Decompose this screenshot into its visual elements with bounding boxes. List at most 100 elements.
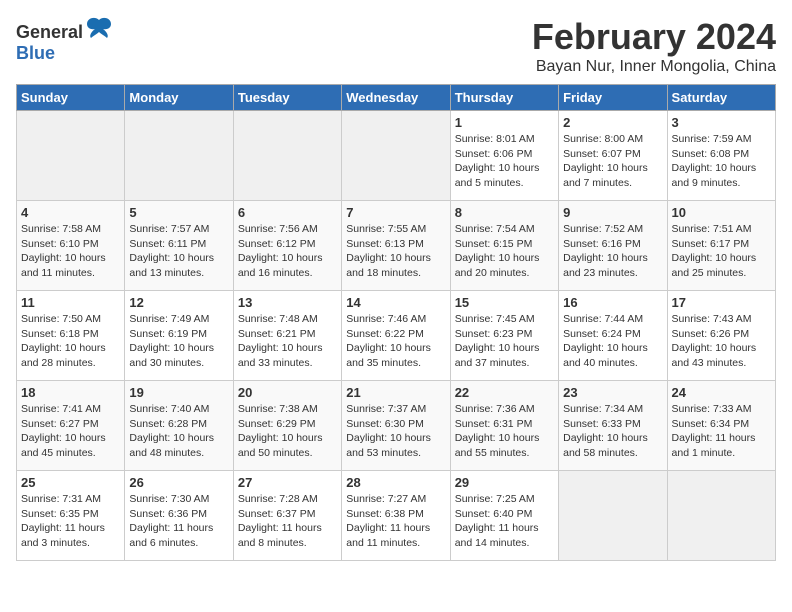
day-number: 12 <box>129 295 228 310</box>
day-info: Sunrise: 7:36 AM Sunset: 6:31 PM Dayligh… <box>455 402 554 461</box>
day-info: Sunrise: 7:58 AM Sunset: 6:10 PM Dayligh… <box>21 222 120 281</box>
day-number: 27 <box>238 475 337 490</box>
day-number: 28 <box>346 475 445 490</box>
day-info: Sunrise: 7:28 AM Sunset: 6:37 PM Dayligh… <box>238 492 337 551</box>
col-wednesday: Wednesday <box>342 85 450 111</box>
day-info: Sunrise: 7:37 AM Sunset: 6:30 PM Dayligh… <box>346 402 445 461</box>
table-row: 12 Sunrise: 7:49 AM Sunset: 6:19 PM Dayli… <box>125 291 233 381</box>
table-row: 2Sunrise: 8:00 AM Sunset: 6:07 PM Daylig… <box>559 111 667 201</box>
col-thursday: Thursday <box>450 85 558 111</box>
day-number: 5 <box>129 205 228 220</box>
day-number: 24 <box>672 385 771 400</box>
table-row: 24 Sunrise: 7:33 AM Sunset: 6:34 PM Dayli… <box>667 381 775 471</box>
title-area: February 2024 Bayan Nur, Inner Mongolia,… <box>532 16 776 76</box>
day-info: Sunrise: 7:49 AM Sunset: 6:19 PM Dayligh… <box>129 312 228 371</box>
logo-blue: Blue <box>16 43 55 63</box>
day-number: 16 <box>563 295 662 310</box>
col-saturday: Saturday <box>667 85 775 111</box>
table-row <box>559 471 667 561</box>
table-row: 8 Sunrise: 7:54 AM Sunset: 6:15 PM Daylig… <box>450 201 558 291</box>
day-number: 21 <box>346 385 445 400</box>
day-info: Sunrise: 7:50 AM Sunset: 6:18 PM Dayligh… <box>21 312 120 371</box>
day-number: 20 <box>238 385 337 400</box>
month-title: February 2024 <box>532 16 776 58</box>
day-number: 9 <box>563 205 662 220</box>
day-number: 6 <box>238 205 337 220</box>
table-row: 23Sunrise: 7:34 AM Sunset: 6:33 PM Dayli… <box>559 381 667 471</box>
calendar-table: Sunday Monday Tuesday Wednesday Thursday… <box>16 84 776 561</box>
table-row: 18 Sunrise: 7:41 AM Sunset: 6:27 PM Dayli… <box>17 381 125 471</box>
day-info: Sunrise: 7:59 AM Sunset: 6:08 PM Dayligh… <box>672 132 771 191</box>
table-row: 9 Sunrise: 7:52 AM Sunset: 6:16 PM Daylig… <box>559 201 667 291</box>
header: General Blue February 2024 Bayan Nur, In… <box>16 16 776 76</box>
day-number: 11 <box>21 295 120 310</box>
col-monday: Monday <box>125 85 233 111</box>
day-info: Sunrise: 7:25 AM Sunset: 6:40 PM Dayligh… <box>455 492 554 551</box>
day-info: Sunrise: 7:44 AM Sunset: 6:24 PM Dayligh… <box>563 312 662 371</box>
day-number: 8 <box>455 205 554 220</box>
bird-icon <box>85 16 113 38</box>
day-info: Sunrise: 7:33 AM Sunset: 6:34 PM Dayligh… <box>672 402 771 461</box>
col-friday: Friday <box>559 85 667 111</box>
day-info: Sunrise: 7:34 AM Sunset: 6:33 PM Dayligh… <box>563 402 662 461</box>
table-row: 16 Sunrise: 7:44 AM Sunset: 6:24 PM Dayli… <box>559 291 667 381</box>
calendar-header-row: Sunday Monday Tuesday Wednesday Thursday… <box>17 85 776 111</box>
location-subtitle: Bayan Nur, Inner Mongolia, China <box>532 58 776 76</box>
calendar-week-row: 4Sunrise: 7:58 AM Sunset: 6:10 PM Daylig… <box>17 201 776 291</box>
day-number: 14 <box>346 295 445 310</box>
table-row: 15 Sunrise: 7:45 AM Sunset: 6:23 PM Dayli… <box>450 291 558 381</box>
table-row: 11 Sunrise: 7:50 AM Sunset: 6:18 PM Dayli… <box>17 291 125 381</box>
logo: General Blue <box>16 16 113 64</box>
table-row: 3 Sunrise: 7:59 AM Sunset: 6:08 PM Daylig… <box>667 111 775 201</box>
table-row: 6 Sunrise: 7:56 AM Sunset: 6:12 PM Daylig… <box>233 201 341 291</box>
table-row: 17 Sunrise: 7:43 AM Sunset: 6:26 PM Dayli… <box>667 291 775 381</box>
table-row: 5Sunrise: 7:57 AM Sunset: 6:11 PM Daylig… <box>125 201 233 291</box>
table-row: 7Sunrise: 7:55 AM Sunset: 6:13 PM Daylig… <box>342 201 450 291</box>
table-row: 26 Sunrise: 7:30 AM Sunset: 6:36 PM Dayli… <box>125 471 233 561</box>
day-number: 15 <box>455 295 554 310</box>
table-row <box>667 471 775 561</box>
day-number: 19 <box>129 385 228 400</box>
table-row: 29 Sunrise: 7:25 AM Sunset: 6:40 PM Dayli… <box>450 471 558 561</box>
day-info: Sunrise: 7:48 AM Sunset: 6:21 PM Dayligh… <box>238 312 337 371</box>
day-info: Sunrise: 7:31 AM Sunset: 6:35 PM Dayligh… <box>21 492 120 551</box>
table-row <box>233 111 341 201</box>
day-info: Sunrise: 7:54 AM Sunset: 6:15 PM Dayligh… <box>455 222 554 281</box>
day-info: Sunrise: 7:52 AM Sunset: 6:16 PM Dayligh… <box>563 222 662 281</box>
day-info: Sunrise: 7:41 AM Sunset: 6:27 PM Dayligh… <box>21 402 120 461</box>
table-row <box>17 111 125 201</box>
day-number: 29 <box>455 475 554 490</box>
day-info: Sunrise: 7:38 AM Sunset: 6:29 PM Dayligh… <box>238 402 337 461</box>
day-info: Sunrise: 7:46 AM Sunset: 6:22 PM Dayligh… <box>346 312 445 371</box>
day-info: Sunrise: 7:43 AM Sunset: 6:26 PM Dayligh… <box>672 312 771 371</box>
day-number: 2 <box>563 115 662 130</box>
col-tuesday: Tuesday <box>233 85 341 111</box>
table-row: 27 Sunrise: 7:28 AM Sunset: 6:37 PM Dayli… <box>233 471 341 561</box>
table-row <box>125 111 233 201</box>
day-info: Sunrise: 7:51 AM Sunset: 6:17 PM Dayligh… <box>672 222 771 281</box>
day-info: Sunrise: 7:56 AM Sunset: 6:12 PM Dayligh… <box>238 222 337 281</box>
day-number: 10 <box>672 205 771 220</box>
day-info: Sunrise: 7:30 AM Sunset: 6:36 PM Dayligh… <box>129 492 228 551</box>
day-info: Sunrise: 8:01 AM Sunset: 6:06 PM Dayligh… <box>455 132 554 191</box>
table-row: 22 Sunrise: 7:36 AM Sunset: 6:31 PM Dayli… <box>450 381 558 471</box>
day-number: 17 <box>672 295 771 310</box>
logo-text: General Blue <box>16 16 113 64</box>
calendar-week-row: 25Sunrise: 7:31 AM Sunset: 6:35 PM Dayli… <box>17 471 776 561</box>
day-info: Sunrise: 7:27 AM Sunset: 6:38 PM Dayligh… <box>346 492 445 551</box>
table-row: 25Sunrise: 7:31 AM Sunset: 6:35 PM Dayli… <box>17 471 125 561</box>
day-number: 26 <box>129 475 228 490</box>
logo-general: General <box>16 22 83 42</box>
day-number: 3 <box>672 115 771 130</box>
day-number: 13 <box>238 295 337 310</box>
day-number: 7 <box>346 205 445 220</box>
table-row: 10 Sunrise: 7:51 AM Sunset: 6:17 PM Dayli… <box>667 201 775 291</box>
day-number: 18 <box>21 385 120 400</box>
day-info: Sunrise: 7:45 AM Sunset: 6:23 PM Dayligh… <box>455 312 554 371</box>
day-number: 22 <box>455 385 554 400</box>
day-number: 1 <box>455 115 554 130</box>
calendar-week-row: 11 Sunrise: 7:50 AM Sunset: 6:18 PM Dayli… <box>17 291 776 381</box>
table-row: 1 Sunrise: 8:01 AM Sunset: 6:06 PM Daylig… <box>450 111 558 201</box>
calendar-week-row: 18 Sunrise: 7:41 AM Sunset: 6:27 PM Dayli… <box>17 381 776 471</box>
table-row: 19Sunrise: 7:40 AM Sunset: 6:28 PM Dayli… <box>125 381 233 471</box>
